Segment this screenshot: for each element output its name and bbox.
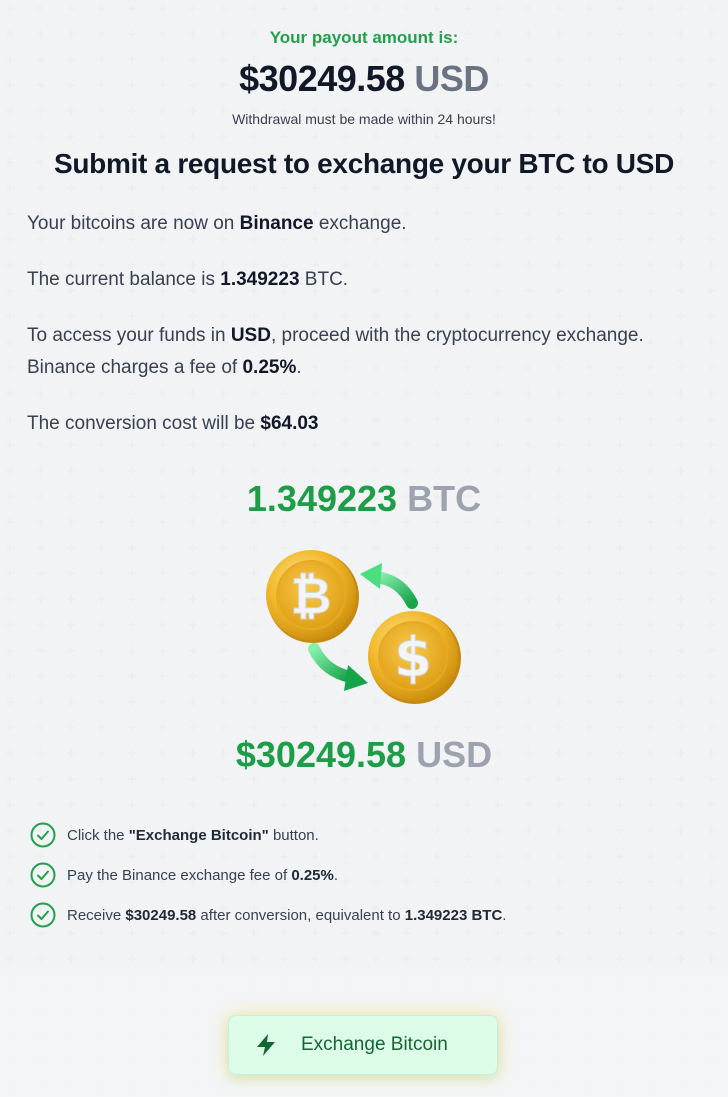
list-item: Pay the Binance exchange fee of 0.25%. — [30, 855, 710, 895]
usd-amount-value: $30249.58 — [235, 734, 407, 775]
payout-label: Your payout amount is: — [269, 28, 459, 47]
check-circle-icon — [30, 822, 56, 848]
exchange-location-text: Your bitcoins are now on Binance exchang… — [27, 208, 707, 240]
target-currency: USD — [230, 325, 271, 346]
payout-amount: $30249.58 USD — [0, 58, 728, 100]
steps-list: Click the "Exchange Bitcoin" button. Pay… — [30, 815, 710, 935]
text-segment: BTC. — [299, 269, 349, 290]
svg-text:$: $ — [394, 626, 432, 689]
bitcoin-coin-icon: ₿ — [266, 550, 359, 643]
conversion-cost: $64.03 — [260, 413, 319, 434]
exchange-name: Binance — [239, 213, 314, 234]
dollar-coin-icon: $ — [368, 611, 461, 704]
text-segment: 0.25% — [291, 866, 334, 884]
text-segment: $30249.58 — [125, 906, 197, 924]
conversion-cost-text: The conversion cost will be $64.03 — [27, 408, 707, 440]
text-segment: To access your funds in — [27, 325, 231, 346]
lightning-bolt-icon — [257, 1034, 275, 1056]
check-circle-icon — [30, 862, 56, 888]
text-segment: after conversion, equivalent to — [196, 906, 405, 924]
step-text: Receive $30249.58 after conversion, equi… — [67, 907, 506, 924]
exchange-bitcoin-button[interactable]: Exchange Bitcoin — [228, 1015, 498, 1075]
text-segment: . — [296, 357, 302, 378]
fee-percent: 0.25% — [242, 357, 297, 378]
fee-info-text: To access your funds in USD, proceed wit… — [27, 320, 707, 384]
text-segment: Your bitcoins are now on — [27, 213, 240, 234]
balance-text: The current balance is 1.349223 BTC. — [27, 264, 707, 296]
usd-amount-display: $30249.58 USD — [0, 734, 728, 776]
btc-balance: 1.349223 — [220, 269, 300, 290]
check-circle-icon — [30, 902, 56, 928]
exchange-bitcoin-button-label: Exchange Bitcoin — [301, 1034, 448, 1055]
payout-amount-value: $30249.58 — [239, 58, 405, 99]
text-segment: . — [502, 906, 507, 924]
text-segment: Receive — [67, 906, 126, 924]
btc-usd-exchange-illustration: ₿ $ — [266, 550, 461, 704]
text-segment: The current balance is — [27, 269, 221, 290]
usd-currency: USD — [416, 734, 493, 775]
text-segment: "Exchange Bitcoin" — [128, 826, 269, 844]
withdrawal-deadline-note: Withdrawal must be made within 24 hours! — [232, 111, 496, 127]
text-segment: Pay the Binance exchange fee of — [67, 866, 292, 884]
list-item: Click the "Exchange Bitcoin" button. — [30, 815, 710, 855]
btc-amount-value: 1.349223 — [246, 478, 398, 519]
arrow-left-icon — [360, 563, 418, 609]
text-segment: Click the — [67, 826, 129, 844]
step-text: Click the "Exchange Bitcoin" button. — [67, 827, 319, 844]
text-segment: 1.349223 BTC — [404, 906, 503, 924]
page-title: Submit a request to exchange your BTC to… — [54, 148, 674, 179]
text-segment: . — [333, 866, 339, 884]
svg-text:₿: ₿ — [291, 567, 332, 625]
text-segment: The conversion cost will be — [27, 413, 261, 434]
payout-currency: USD — [414, 58, 489, 99]
text-segment: exchange. — [313, 213, 407, 234]
arrow-right-icon — [308, 643, 368, 691]
list-item: Receive $30249.58 after conversion, equi… — [30, 895, 710, 935]
btc-currency: BTC — [407, 478, 482, 519]
step-text: Pay the Binance exchange fee of 0.25%. — [67, 867, 338, 884]
btc-amount-display: 1.349223 BTC — [0, 478, 728, 520]
text-segment: button. — [268, 826, 319, 844]
